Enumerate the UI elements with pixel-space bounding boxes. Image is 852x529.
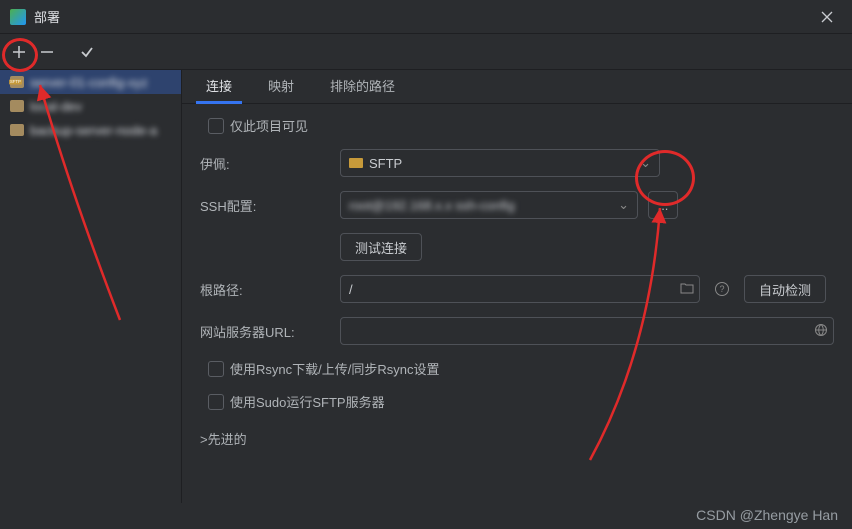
app-icon <box>10 9 26 25</box>
help-icon: ? <box>714 281 730 297</box>
url-row: 网站服务器URL: <box>200 317 834 345</box>
ellipsis-icon: ... <box>658 198 669 213</box>
checkbox[interactable] <box>208 394 224 410</box>
window-title: 部署 <box>34 7 60 26</box>
add-button[interactable] <box>6 39 32 65</box>
test-row: 测试连接 <box>200 233 834 261</box>
advanced-toggle[interactable]: >先进的 <box>200 429 834 448</box>
root-input[interactable]: / <box>340 275 700 303</box>
sidebar-item[interactable]: server-01-config-xyz <box>0 70 181 94</box>
folder-icon <box>10 124 24 136</box>
rsync-label: 使用Rsync下载/上传/同步Rsync设置 <box>230 359 439 378</box>
visible-only-row: 仅此项目可见 <box>200 116 834 135</box>
name-row: 伊佩: SFTP ⌄ <box>200 149 834 177</box>
chevron-down-icon: ⌄ <box>618 197 629 213</box>
globe-icon[interactable] <box>814 323 828 340</box>
check-icon <box>80 45 94 59</box>
autodetect-button[interactable]: 自动检测 <box>744 275 826 303</box>
folder-icon <box>10 100 24 112</box>
sudo-label-wrap[interactable]: 使用Sudo运行SFTP服务器 <box>208 392 385 411</box>
type-select[interactable]: SFTP ⌄ <box>340 149 660 177</box>
ssh-label: SSH配置: <box>200 196 330 215</box>
plus-icon <box>12 45 26 59</box>
test-connection-button[interactable]: 测试连接 <box>340 233 422 261</box>
sidebar-item-label: local-dev <box>30 99 82 114</box>
sudo-label: 使用Sudo运行SFTP服务器 <box>230 392 385 411</box>
chevron-down-icon: ⌄ <box>640 155 651 171</box>
ssh-row: SSH配置: root@192.168.x.x ssh-config ⌄ ... <box>200 191 834 219</box>
minus-icon <box>40 45 54 59</box>
root-row: 根路径: / ? 自动检测 <box>200 275 834 303</box>
sidebar: server-01-config-xyz local-dev backup-se… <box>0 70 182 503</box>
close-button[interactable] <box>812 6 842 28</box>
watermark: CSDN @Zhengye Han <box>696 507 838 523</box>
svg-text:?: ? <box>719 284 724 294</box>
sudo-row: 使用Sudo运行SFTP服务器 <box>200 392 834 411</box>
titlebar: 部署 <box>0 0 852 34</box>
help-button[interactable]: ? <box>710 277 734 301</box>
sidebar-item[interactable]: local-dev <box>0 94 181 118</box>
type-value: SFTP <box>369 156 402 171</box>
close-icon <box>821 11 833 23</box>
tab-connection[interactable]: 连接 <box>188 68 250 103</box>
form: 仅此项目可见 伊佩: SFTP ⌄ SSH配置: root@192.168.x.… <box>182 104 852 503</box>
url-input[interactable] <box>340 317 834 345</box>
sftp-badge-icon <box>349 158 363 168</box>
toolbar <box>0 34 852 70</box>
main: server-01-config-xyz local-dev backup-se… <box>0 70 852 503</box>
checkbox[interactable] <box>208 361 224 377</box>
sidebar-item-label: backup-server-node-a <box>30 123 157 138</box>
content-panel: 连接 映射 排除的路径 仅此项目可见 伊佩: SFTP ⌄ SSH配置: <box>182 70 852 503</box>
ssh-value: root@192.168.x.x ssh-config <box>349 198 515 213</box>
name-label: 伊佩: <box>200 154 330 173</box>
url-label: 网站服务器URL: <box>200 322 330 341</box>
apply-button[interactable] <box>74 39 100 65</box>
root-value: / <box>349 282 353 297</box>
remove-button[interactable] <box>34 39 60 65</box>
visible-only-label[interactable]: 仅此项目可见 <box>208 116 308 135</box>
checkbox-label: 仅此项目可见 <box>230 116 308 135</box>
folder-icon[interactable] <box>680 282 694 297</box>
sidebar-item-label: server-01-config-xyz <box>30 75 148 90</box>
ssh-select[interactable]: root@192.168.x.x ssh-config ⌄ <box>340 191 638 219</box>
root-label: 根路径: <box>200 280 330 299</box>
rsync-row: 使用Rsync下载/上传/同步Rsync设置 <box>200 359 834 378</box>
rsync-label-wrap[interactable]: 使用Rsync下载/上传/同步Rsync设置 <box>208 359 439 378</box>
tab-excluded[interactable]: 排除的路径 <box>312 68 413 103</box>
sidebar-item[interactable]: backup-server-node-a <box>0 118 181 142</box>
checkbox[interactable] <box>208 118 224 134</box>
ssh-more-button[interactable]: ... <box>648 191 678 219</box>
tab-bar: 连接 映射 排除的路径 <box>182 70 852 104</box>
sftp-icon <box>10 76 24 88</box>
tab-mapping[interactable]: 映射 <box>250 68 312 103</box>
